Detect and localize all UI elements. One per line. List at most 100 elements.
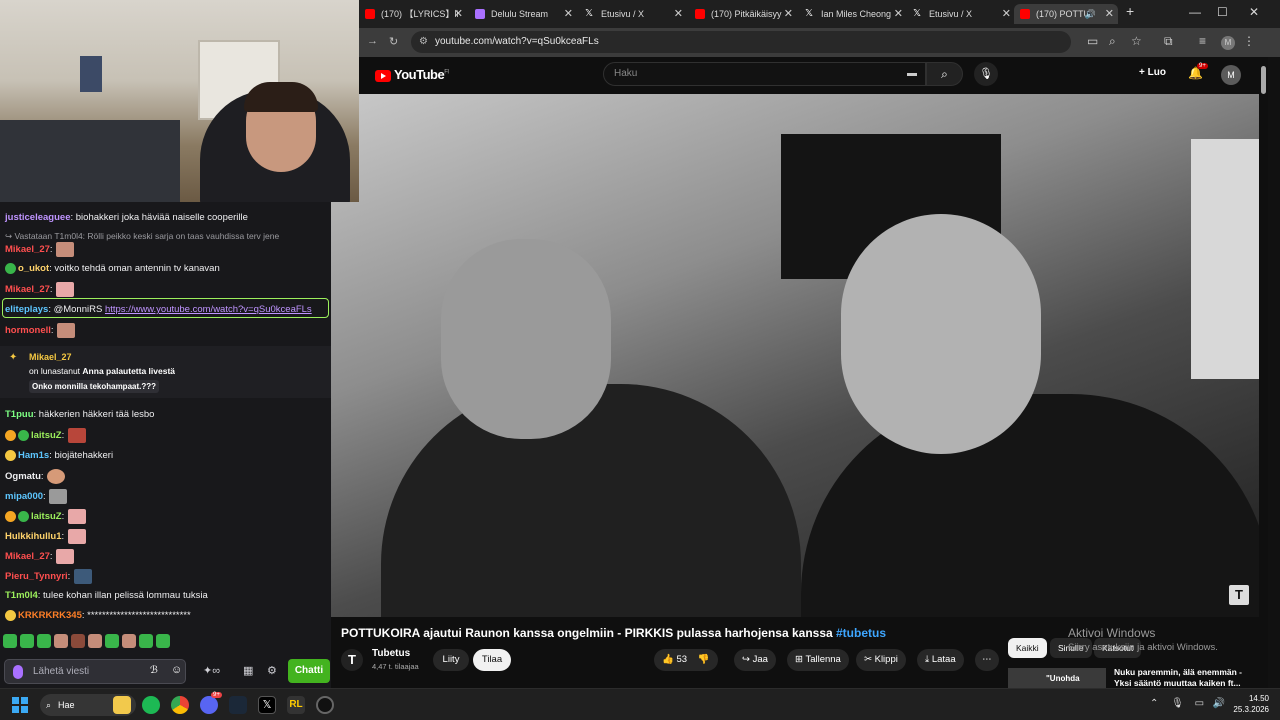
dislike-icon[interactable]: 👎 [698, 654, 710, 665]
search-input[interactable]: Haku ▬ [603, 62, 926, 86]
recommended-thumbnail[interactable]: "Unohda [1008, 668, 1106, 690]
voice-search-button[interactable]: 🎙 [974, 62, 998, 86]
browser-tab[interactable]: (170) 【LYRICS】li ✕ [359, 4, 467, 24]
rl-app-icon[interactable]: RL [287, 696, 305, 714]
chat-username[interactable]: T1m0l4 [5, 590, 38, 601]
close-tab-icon[interactable]: ✕ [894, 4, 903, 24]
page-scrollbar[interactable] [1259, 66, 1268, 686]
windows-start-icon[interactable] [12, 697, 28, 713]
redeem-user[interactable]: Mikael_27 [29, 352, 72, 362]
channel-avatar[interactable]: T [341, 649, 363, 671]
tray-chevron-icon[interactable]: ⌃ [1150, 698, 1158, 709]
emote-picker-icon[interactable]: ☺ [171, 664, 182, 676]
emote-icon[interactable] [37, 633, 51, 648]
zoom-icon[interactable]: ⌕ [1109, 34, 1116, 49]
like-icon[interactable]: 👍 [662, 654, 674, 665]
browser-tab[interactable]: (170) Pitkäikäisyy ✕ [689, 4, 797, 24]
browser-tab[interactable]: 𝕏 Etusivu / X ✕ [579, 4, 687, 24]
channel-points-icon[interactable]: ✦∞ [203, 664, 220, 677]
file-explorer-icon[interactable] [113, 696, 131, 714]
more-actions-button[interactable]: ⋯ [975, 649, 999, 671]
close-window-icon[interactable]: ✕ [1249, 5, 1259, 19]
close-tab-icon[interactable]: ✕ [454, 4, 463, 24]
minimize-icon[interactable]: — [1189, 5, 1201, 19]
clip-button[interactable]: ✂ Klippi [856, 649, 906, 671]
filter-chip-all[interactable]: Kaikki [1008, 638, 1047, 658]
download-button[interactable]: ⤓ Lataa [917, 649, 964, 671]
account-avatar[interactable]: M [1221, 65, 1241, 85]
save-button[interactable]: ⊞ Tallenna [787, 649, 849, 671]
chat-message-input[interactable]: Lähetä viesti ℬ ☺ [4, 659, 186, 684]
forward-icon[interactable]: → [367, 35, 378, 47]
scrollbar-thumb[interactable] [1261, 66, 1266, 94]
chat-send-button[interactable]: Chatti [288, 659, 330, 683]
chat-username[interactable]: mipa000 [5, 491, 43, 502]
join-button[interactable]: Liity [433, 649, 469, 671]
chat-username[interactable]: KRKRKRK345 [18, 610, 82, 621]
chrome-icon[interactable] [171, 696, 189, 714]
chat-username[interactable]: T1puu [5, 409, 34, 420]
channel-watermark[interactable]: T [1229, 585, 1249, 605]
chat-username[interactable]: Ogmatu [5, 471, 41, 482]
emote-icon[interactable] [139, 633, 153, 648]
new-tab-icon[interactable]: + [1126, 3, 1134, 19]
audio-playing-icon[interactable]: 🔊 [1085, 4, 1096, 24]
settings-gear-icon[interactable]: ⚙ [267, 664, 277, 677]
text-style-icon[interactable]: ℬ [150, 665, 158, 676]
taskbar-clock[interactable]: 14.50 25.3.2026 [1233, 693, 1269, 715]
site-info-icon[interactable]: ⚙ [419, 31, 428, 53]
browser-tab-active[interactable]: (170) POTTU 🔊 ✕ [1014, 4, 1118, 24]
share-button[interactable]: ↪ Jaa [734, 649, 776, 671]
menu-kebab-icon[interactable]: ⋮ [1243, 34, 1255, 48]
emote-icon[interactable] [3, 633, 17, 648]
volume-icon[interactable]: 🔊 [1213, 698, 1225, 709]
steam-icon[interactable] [229, 696, 247, 714]
create-button[interactable]: + Luo [1139, 67, 1166, 78]
bookmark-star-icon[interactable]: ☆ [1131, 34, 1142, 48]
emote-icon[interactable] [71, 633, 85, 648]
emote-icon[interactable] [88, 633, 102, 648]
close-tab-icon[interactable]: ✕ [784, 4, 793, 24]
subscribe-button[interactable]: Tilaa [473, 649, 511, 671]
browser-tab[interactable]: Delulu Stream ✕ [469, 4, 577, 24]
emote-icon[interactable] [122, 633, 136, 648]
chat-username[interactable]: Hulkkihullu1 [5, 531, 61, 542]
bits-icon[interactable] [13, 665, 23, 679]
emote-icon[interactable] [156, 633, 170, 648]
chat-username[interactable]: justiceleaguee [5, 212, 70, 223]
chat-username[interactable]: Ham1s [18, 450, 49, 461]
profile-avatar[interactable]: M [1221, 36, 1235, 50]
emote-icon[interactable] [105, 633, 119, 648]
url-field[interactable]: ⚙ youtube.com/watch?v=qSu0kceaFLs [411, 31, 1071, 53]
hashtag-link[interactable]: #tubetus [836, 626, 886, 640]
reload-icon[interactable]: ↻ [389, 35, 398, 48]
emote-icon[interactable] [20, 633, 34, 648]
close-tab-icon[interactable]: ✕ [1105, 4, 1114, 24]
chat-username[interactable]: Mikael_27 [5, 284, 50, 295]
discord-icon[interactable] [200, 696, 218, 714]
browser-tab[interactable]: 𝕏 Etusivu / X ✕ [907, 4, 1015, 24]
maximize-icon[interactable]: ☐ [1217, 5, 1228, 19]
microphone-icon[interactable]: 🎙 [1171, 698, 1184, 709]
chat-username[interactable]: o_ukot [18, 263, 49, 274]
media-controls-icon[interactable]: ≡ [1199, 34, 1206, 48]
youtube-logo[interactable]: YouTubeFI [375, 67, 449, 82]
x-app-icon[interactable]: 𝕏 [258, 696, 276, 714]
recommended-video[interactable]: "Unohda Nuku paremmin, älä enemmän - Yksi… [1008, 665, 1270, 690]
cast-icon[interactable]: ▭ [1087, 34, 1098, 48]
search-button[interactable]: ⌕ [926, 62, 963, 86]
chat-username[interactable]: hormonell [5, 325, 51, 336]
keyboard-icon[interactable]: ▬ [907, 63, 917, 85]
recommended-title[interactable]: Nuku paremmin, älä enemmän - Yksi sääntö … [1114, 667, 1242, 689]
chat-username[interactable]: laitsuZ [31, 511, 62, 522]
close-tab-icon[interactable]: ✕ [674, 4, 683, 24]
close-tab-icon[interactable]: ✕ [1002, 4, 1011, 24]
extensions-icon[interactable]: ⧉ [1164, 34, 1173, 49]
channel-name[interactable]: Tubetus [372, 648, 410, 659]
spotify-icon[interactable] [142, 696, 160, 714]
chat-username[interactable]: Mikael_27 [5, 244, 50, 255]
browser-tab[interactable]: 𝕏 Ian Miles Cheong ✕ [799, 4, 907, 24]
like-count[interactable]: 53 [676, 654, 687, 665]
network-icon[interactable]: ▭ [1195, 698, 1204, 709]
chat-username[interactable]: laitsuZ [31, 430, 62, 441]
